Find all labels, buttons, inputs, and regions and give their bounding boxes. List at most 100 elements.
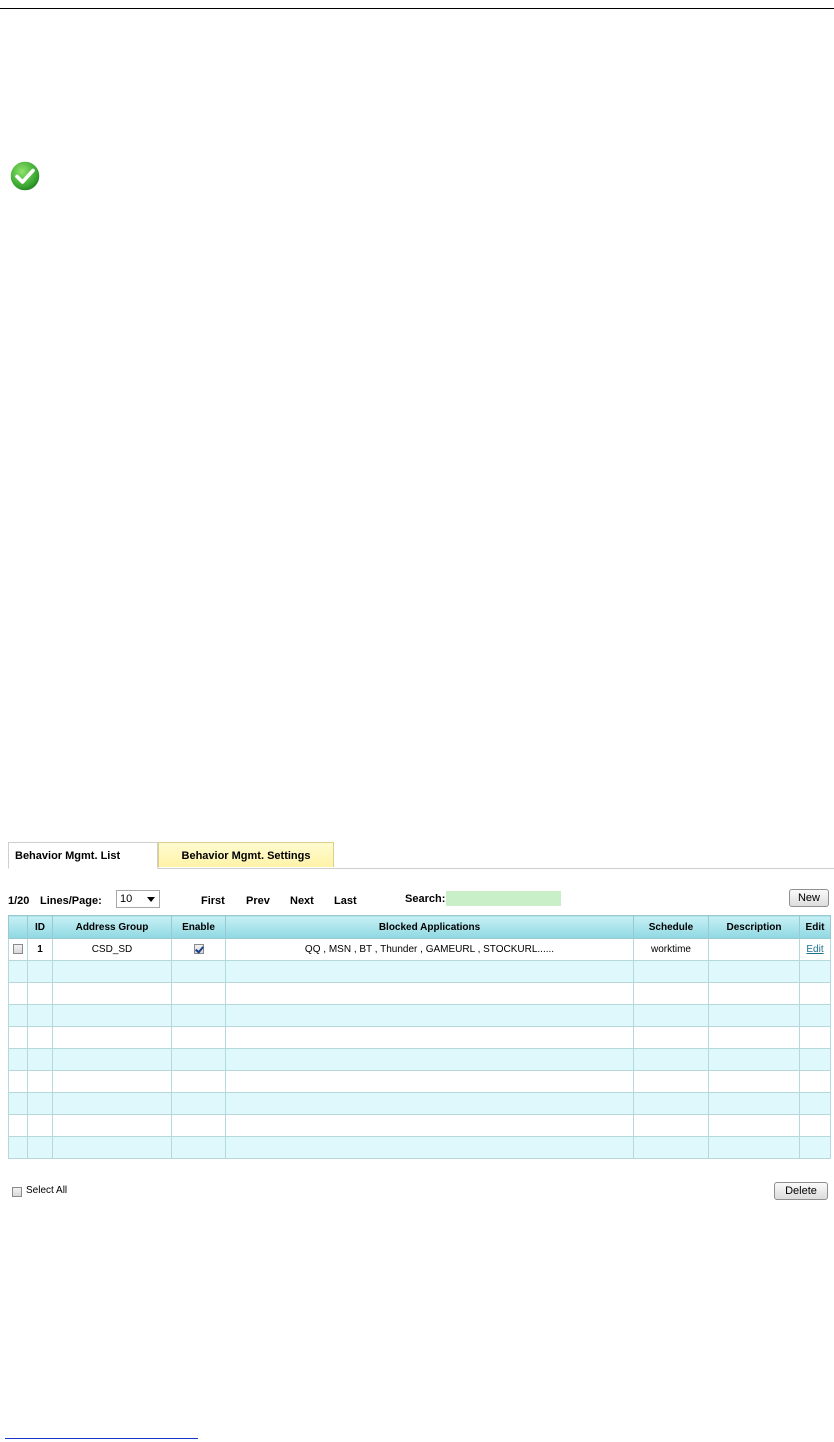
empty-cell [52, 1070, 172, 1093]
table-row [8, 982, 831, 1005]
empty-cell [27, 1114, 53, 1137]
header-enable: Enable [171, 915, 226, 939]
empty-cell [52, 1114, 172, 1137]
lines-per-page-label: Lines/Page: [40, 895, 102, 907]
empty-cell [171, 1070, 226, 1093]
empty-cell [799, 1070, 831, 1093]
tab-behavior-mgmt-settings[interactable]: Behavior Mgmt. Settings [158, 842, 334, 867]
empty-cell [633, 982, 709, 1005]
table-header-row: ID Address Group Enable Blocked Applicat… [8, 915, 831, 939]
empty-cell [27, 960, 53, 983]
empty-cell [27, 982, 53, 1005]
table-row [8, 1048, 831, 1071]
behavior-mgmt-panel: Behavior Mgmt. List Behavior Mgmt. Setti… [8, 842, 834, 908]
empty-cell [708, 960, 800, 983]
empty-cell [799, 1092, 831, 1115]
empty-cell [27, 1136, 53, 1159]
empty-cell [708, 1070, 800, 1093]
empty-cell [708, 982, 800, 1005]
empty-cell [8, 1070, 28, 1093]
table-row [8, 1026, 831, 1049]
empty-cell [799, 960, 831, 983]
empty-cell [8, 1114, 28, 1137]
behavior-mgmt-table: ID Address Group Enable Blocked Applicat… [8, 915, 831, 1159]
empty-cell [52, 1026, 172, 1049]
empty-cell [633, 1026, 709, 1049]
empty-cell [52, 982, 172, 1005]
empty-cell [8, 1092, 28, 1115]
empty-cell [8, 1136, 28, 1159]
row-enable-cell [171, 938, 226, 961]
empty-cell [8, 982, 28, 1005]
table-row [8, 1136, 831, 1159]
header-address-group: Address Group [52, 915, 172, 939]
row-blocked-applications: QQ , MSN , BT , Thunder , GAMEURL , STOC… [225, 938, 634, 961]
row-select-checkbox[interactable] [13, 944, 23, 955]
empty-cell [8, 1026, 28, 1049]
empty-cell [52, 1092, 172, 1115]
empty-cell [708, 1026, 800, 1049]
header-description: Description [708, 915, 800, 939]
empty-cell [708, 1136, 800, 1159]
empty-cell [799, 1004, 831, 1027]
header-id: ID [27, 915, 53, 939]
empty-cell [633, 1136, 709, 1159]
row-description [708, 938, 800, 961]
prev-page-link[interactable]: Prev [246, 895, 270, 907]
empty-cell [171, 1004, 226, 1027]
last-page-link[interactable]: Last [334, 895, 357, 907]
empty-cell [171, 960, 226, 983]
empty-cell [171, 1092, 226, 1115]
empty-cell [708, 1092, 800, 1115]
new-button[interactable]: New [789, 889, 829, 907]
table-row [8, 1092, 831, 1115]
table-body: 1 CSD_SD QQ , MSN , BT , Thunder , GAMEU… [8, 938, 831, 1159]
empty-cell [633, 1114, 709, 1137]
header-select [8, 915, 28, 939]
empty-cell [225, 1048, 634, 1071]
table-row: 1 CSD_SD QQ , MSN , BT , Thunder , GAMEU… [8, 938, 831, 961]
empty-cell [799, 982, 831, 1005]
empty-cell [8, 1004, 28, 1027]
empty-cell [799, 1026, 831, 1049]
row-edit-cell: Edit [799, 938, 831, 961]
list-toolbar: 1/20 Lines/Page: 10 First Prev Next Last… [8, 869, 834, 908]
empty-cell [8, 1048, 28, 1071]
select-all-checkbox[interactable] [12, 1187, 22, 1197]
empty-cell [52, 1136, 172, 1159]
header-schedule: Schedule [633, 915, 709, 939]
table-row [8, 1004, 831, 1027]
empty-cell [27, 1004, 53, 1027]
empty-cell [799, 1048, 831, 1071]
next-page-link[interactable]: Next [290, 895, 314, 907]
empty-cell [171, 1048, 226, 1071]
delete-button[interactable]: Delete [774, 1182, 828, 1200]
enable-checkbox[interactable] [193, 944, 204, 955]
empty-cell [633, 1070, 709, 1093]
empty-cell [171, 1026, 226, 1049]
search-input[interactable] [446, 891, 561, 906]
page-top-rule [0, 8, 834, 9]
empty-cell [799, 1136, 831, 1159]
empty-cell [225, 1004, 634, 1027]
empty-cell [27, 1070, 53, 1093]
lines-per-page-select[interactable]: 10 [116, 890, 160, 908]
table-footer: Select All Delete [10, 1181, 832, 1201]
empty-cell [171, 982, 226, 1005]
empty-cell [27, 1048, 53, 1071]
empty-cell [708, 1048, 800, 1071]
footer-link-underline [5, 1438, 198, 1439]
empty-cell [27, 1092, 53, 1115]
empty-cell [225, 1114, 634, 1137]
first-page-link[interactable]: First [201, 895, 225, 907]
edit-link[interactable]: Edit [806, 944, 823, 955]
empty-cell [225, 1026, 634, 1049]
select-all-label: Select All [26, 1185, 68, 1196]
lines-per-page-value: 10 [120, 893, 133, 905]
empty-cell [708, 1004, 800, 1027]
header-edit: Edit [799, 915, 831, 939]
empty-cell [225, 1136, 634, 1159]
empty-cell [171, 1136, 226, 1159]
empty-cell [225, 960, 634, 983]
tab-behavior-mgmt-list[interactable]: Behavior Mgmt. List [8, 842, 158, 869]
